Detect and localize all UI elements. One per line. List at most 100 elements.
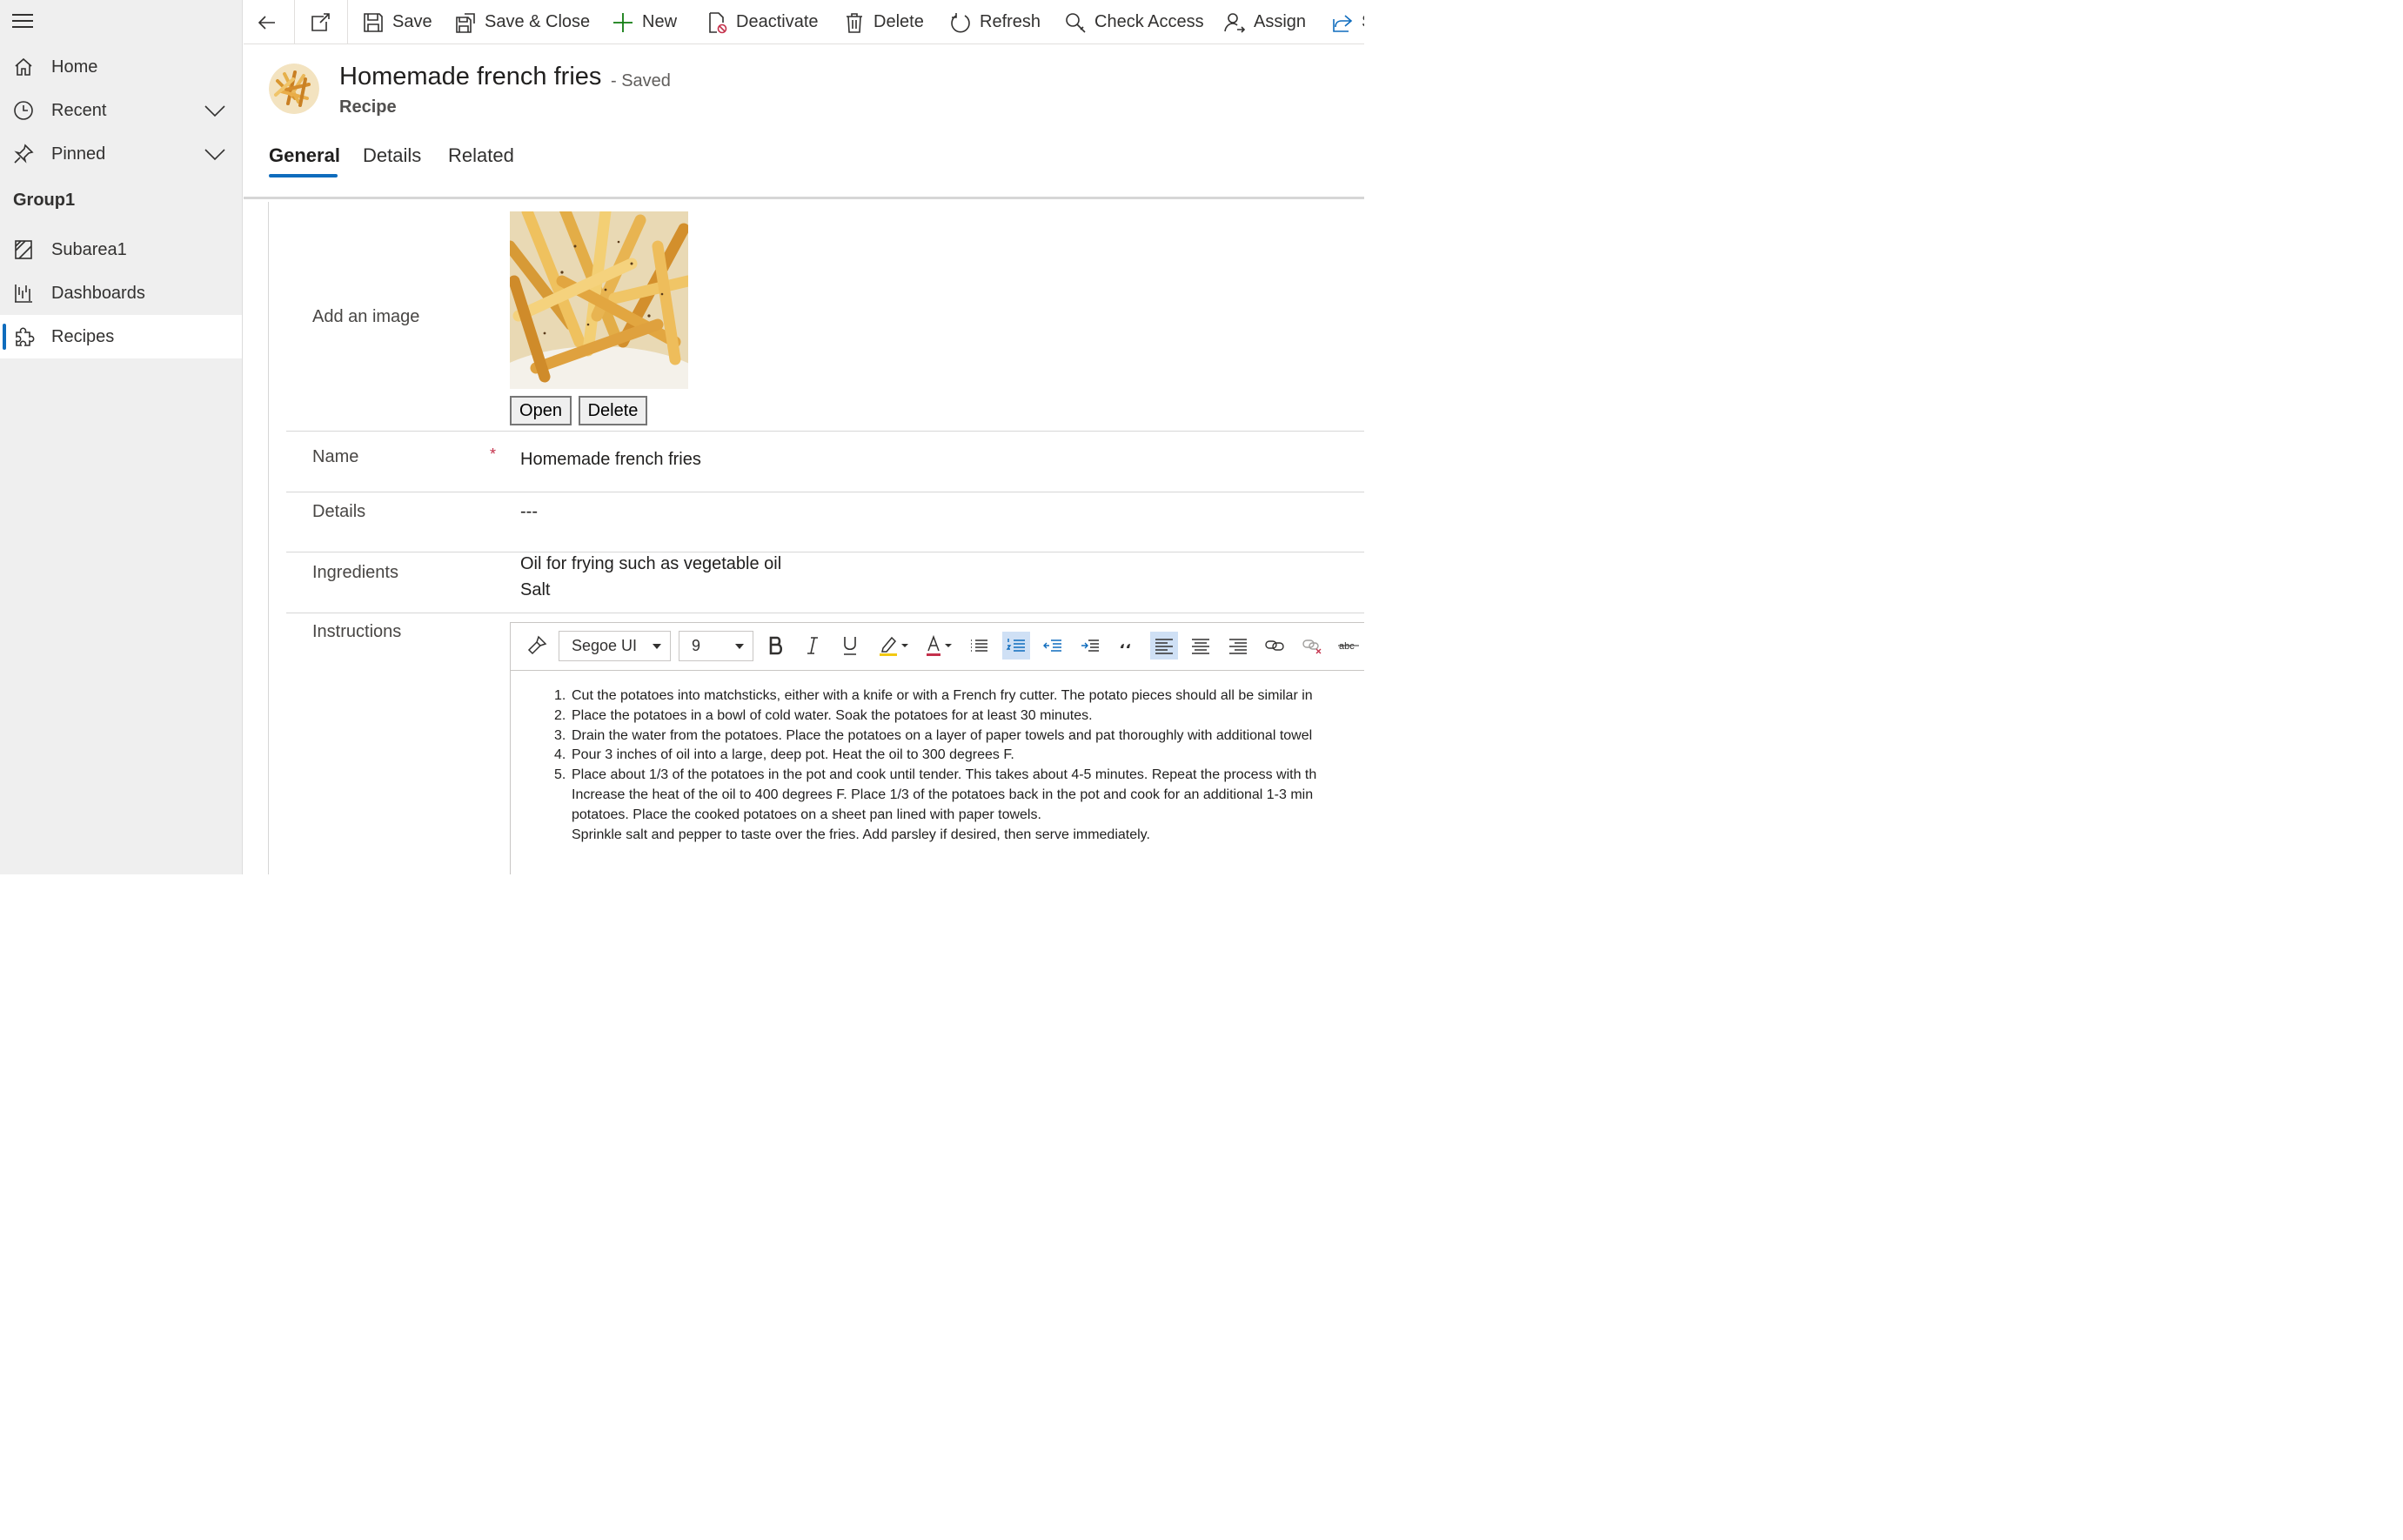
entity-name: Recipe [339, 97, 397, 117]
align-left-icon [1155, 639, 1173, 654]
tab-details[interactable]: Details [363, 144, 421, 167]
font-color-icon [927, 634, 952, 656]
align-center-button[interactable] [1187, 632, 1215, 660]
list-item: 4. Pour 3 inches of oil into a large, dee… [554, 747, 1014, 763]
image-label: Add an image [312, 307, 420, 326]
refresh-icon [951, 12, 970, 32]
font-size-select[interactable]: 9 [679, 631, 753, 661]
save-label: Save [392, 12, 432, 31]
italic-button[interactable] [799, 632, 827, 660]
underline-icon [844, 637, 856, 655]
refresh-label: Refresh [980, 12, 1041, 31]
strikethrough-button[interactable]: abc [1335, 632, 1362, 660]
svg-text:abc: abc [1339, 641, 1355, 652]
align-right-button[interactable] [1224, 632, 1252, 660]
bullet-list-icon [971, 639, 987, 652]
blockquote-button[interactable] [1113, 632, 1141, 660]
highlight-button[interactable] [876, 632, 911, 660]
sidebar-item-label: Pinned [51, 144, 106, 164]
share-label: S [1362, 12, 1364, 32]
open-image-button[interactable]: Open [510, 396, 572, 425]
field-divider [286, 431, 1364, 432]
share-icon [1333, 14, 1353, 32]
chevron-down-icon[interactable] [204, 101, 226, 120]
document-icon [15, 240, 32, 259]
decrease-indent-button[interactable] [1039, 632, 1067, 660]
sidebar-item-label: Recipes [51, 326, 115, 346]
font-color-button[interactable] [921, 632, 956, 660]
numbered-list-icon [1006, 639, 1025, 652]
sidebar-item-subarea1[interactable]: Subarea1 [0, 228, 242, 271]
name-field[interactable]: Homemade french fries [520, 450, 701, 470]
delete-button[interactable]: Delete [843, 0, 924, 44]
list-item: 2. Place the potatoes in a bowl of cold w… [554, 707, 1093, 723]
align-center-icon [1192, 639, 1209, 654]
save-button[interactable]: Save [362, 0, 432, 44]
refresh-button[interactable]: Refresh [949, 0, 1041, 44]
chevron-down-icon[interactable] [204, 144, 226, 164]
puzzle-icon [16, 327, 35, 346]
assign-button[interactable]: Assign [1223, 0, 1306, 44]
ingredients-line[interactable]: Salt [520, 580, 550, 600]
caret-down-icon [735, 644, 744, 649]
required-indicator: * [490, 445, 497, 463]
tab-related[interactable]: Related [448, 144, 514, 167]
font-family-select[interactable]: Segoe UI [559, 631, 671, 661]
check-access-label: Check Access [1094, 12, 1204, 31]
home-icon [15, 57, 32, 76]
sidebar-item-label: Recent [51, 100, 107, 120]
font-size-value: 9 [692, 637, 701, 654]
sidebar-item-dashboards[interactable]: Dashboards [0, 271, 242, 315]
hamburger-menu-icon[interactable] [12, 10, 35, 30]
align-left-button[interactable] [1150, 632, 1178, 660]
details-field[interactable]: --- [520, 502, 538, 522]
command-bar: Save Save & Close New Deactivate Delete … [244, 0, 1364, 44]
header-divider [244, 197, 1364, 199]
save-icon [364, 12, 383, 32]
underline-button[interactable] [836, 632, 864, 660]
bold-button[interactable] [762, 632, 790, 660]
sidebar-item-pinned[interactable]: Pinned [0, 132, 242, 176]
list-item: 5. Place about 1/3 of the potatoes in the… [554, 767, 1317, 783]
sidebar-item-label: Dashboards [51, 283, 145, 303]
remove-link-button[interactable] [1298, 632, 1326, 660]
sidebar-item-recent[interactable]: Recent [0, 89, 242, 132]
strikethrough-icon: abc [1338, 641, 1359, 652]
bullet-list-button[interactable] [965, 632, 993, 660]
record-title: Homemade french fries [339, 63, 602, 90]
assign-icon [1224, 12, 1246, 33]
list-item-continuation: potatoes. Place the cooked potatoes on a… [572, 807, 1041, 822]
save-and-close-label: Save & Close [485, 12, 591, 31]
unlink-icon [1302, 639, 1322, 654]
deactivate-button[interactable]: Deactivate [706, 0, 819, 44]
tab-general[interactable]: General [269, 144, 340, 167]
format-painter-button[interactable] [523, 632, 551, 660]
editor-toolbar: Segoe UI 9 abc [511, 623, 1364, 671]
ingredients-line[interactable]: Oil for frying such as vegetable oil [520, 554, 781, 574]
insert-link-button[interactable] [1261, 632, 1289, 660]
check-access-icon [1066, 12, 1086, 33]
instructions-label: Instructions [312, 622, 402, 641]
back-button[interactable] [256, 0, 278, 44]
share-button[interactable]: S [1331, 0, 1364, 44]
new-button[interactable]: New [612, 0, 677, 44]
open-in-new-window-button[interactable] [309, 0, 331, 44]
sidebar-group-title: Group1 [13, 191, 76, 210]
increase-indent-button[interactable] [1076, 632, 1104, 660]
delete-label: Delete [874, 12, 924, 31]
pin-icon [14, 144, 34, 164]
editor-content[interactable]: 1. Cut the potatoes into matchsticks, eit… [511, 672, 1364, 874]
save-and-close-button[interactable]: Save & Close [454, 0, 590, 44]
numbered-list-button[interactable] [1002, 632, 1030, 660]
sidebar-item-recipes[interactable]: Recipes [0, 315, 242, 358]
check-access-button[interactable]: Check Access [1064, 0, 1204, 44]
clock-icon [14, 101, 33, 120]
delete-image-button[interactable]: Delete [579, 396, 647, 425]
decrease-indent-icon [1043, 639, 1061, 652]
sidebar-item-label: Subarea1 [51, 239, 127, 259]
sidebar-item-home[interactable]: Home [0, 45, 242, 89]
back-arrow-icon [258, 15, 275, 30]
dashboard-icon [15, 285, 32, 303]
recipe-avatar [269, 64, 319, 114]
open-in-new-window-icon [311, 12, 330, 31]
